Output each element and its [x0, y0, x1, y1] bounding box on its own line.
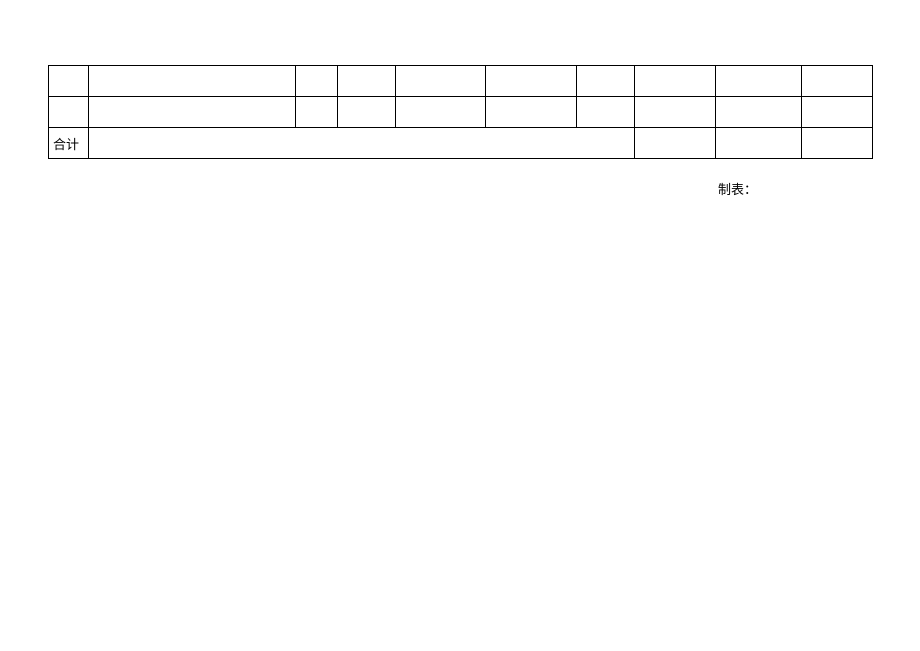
- table-row: [49, 97, 873, 128]
- table-cell: [802, 97, 873, 128]
- table-cell: [486, 97, 577, 128]
- table-cell: [49, 97, 89, 128]
- total-tail-cell: [802, 128, 873, 159]
- table-cell: [396, 66, 486, 97]
- table-cell: [296, 97, 338, 128]
- table-cell: [296, 66, 338, 97]
- table-cell: [577, 66, 635, 97]
- table-cell: [89, 97, 296, 128]
- table-cell: [577, 97, 635, 128]
- table-cell: [486, 66, 577, 97]
- table-row: [49, 66, 873, 97]
- total-merged-cell: [89, 128, 635, 159]
- table-cell: [802, 66, 873, 97]
- total-tail-cell: [716, 128, 802, 159]
- prepared-by-label: 制表：: [718, 179, 872, 198]
- total-row: 合计: [49, 128, 873, 159]
- table-cell: [716, 97, 802, 128]
- total-tail-cell: [635, 128, 716, 159]
- table-cell: [49, 66, 89, 97]
- table-cell: [635, 97, 716, 128]
- data-table: 合计: [48, 65, 873, 159]
- total-label: 合计: [49, 128, 89, 159]
- table-cell: [396, 97, 486, 128]
- table-cell: [716, 66, 802, 97]
- table-cell: [338, 97, 396, 128]
- table-cell: [89, 66, 296, 97]
- table-cell: [338, 66, 396, 97]
- table-cell: [635, 66, 716, 97]
